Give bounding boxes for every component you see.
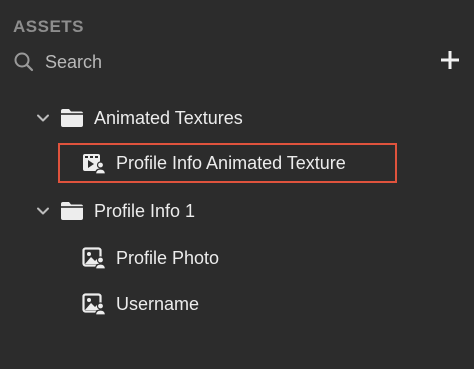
tree-item-label: Profile Photo bbox=[116, 247, 220, 268]
assets-panel: ASSETS Search Animated Textures Profile … bbox=[0, 0, 474, 369]
image-user-icon bbox=[82, 246, 106, 270]
search-placeholder: Search bbox=[45, 51, 103, 72]
folder-icon bbox=[60, 106, 84, 130]
panel-title: ASSETS bbox=[13, 17, 85, 36]
animated-texture-icon bbox=[82, 151, 106, 175]
plus-icon bbox=[440, 50, 460, 75]
tree-item-profile-photo[interactable]: Profile Photo bbox=[82, 243, 219, 273]
tree-folder-label: Profile Info 1 bbox=[94, 200, 196, 221]
tree-item-profile-info-animated-texture[interactable]: Profile Info Animated Texture bbox=[82, 148, 346, 178]
tree-item-label: Profile Info Animated Texture bbox=[116, 152, 346, 173]
image-user-icon bbox=[82, 292, 106, 316]
folder-icon bbox=[60, 199, 84, 223]
chevron-down-icon[interactable] bbox=[36, 204, 50, 218]
tree-folder-label: Animated Textures bbox=[94, 107, 243, 128]
tree-item-label: Username bbox=[116, 293, 200, 314]
tree-folder-animated-textures[interactable]: Animated Textures bbox=[36, 103, 243, 133]
chevron-down-icon[interactable] bbox=[36, 111, 50, 125]
tree-item-username[interactable]: Username bbox=[82, 289, 199, 319]
tree-folder-profile-info-1[interactable]: Profile Info 1 bbox=[36, 196, 195, 226]
search-icon bbox=[12, 50, 36, 74]
add-asset-button[interactable] bbox=[438, 50, 462, 74]
search-field[interactable]: Search bbox=[12, 48, 462, 76]
